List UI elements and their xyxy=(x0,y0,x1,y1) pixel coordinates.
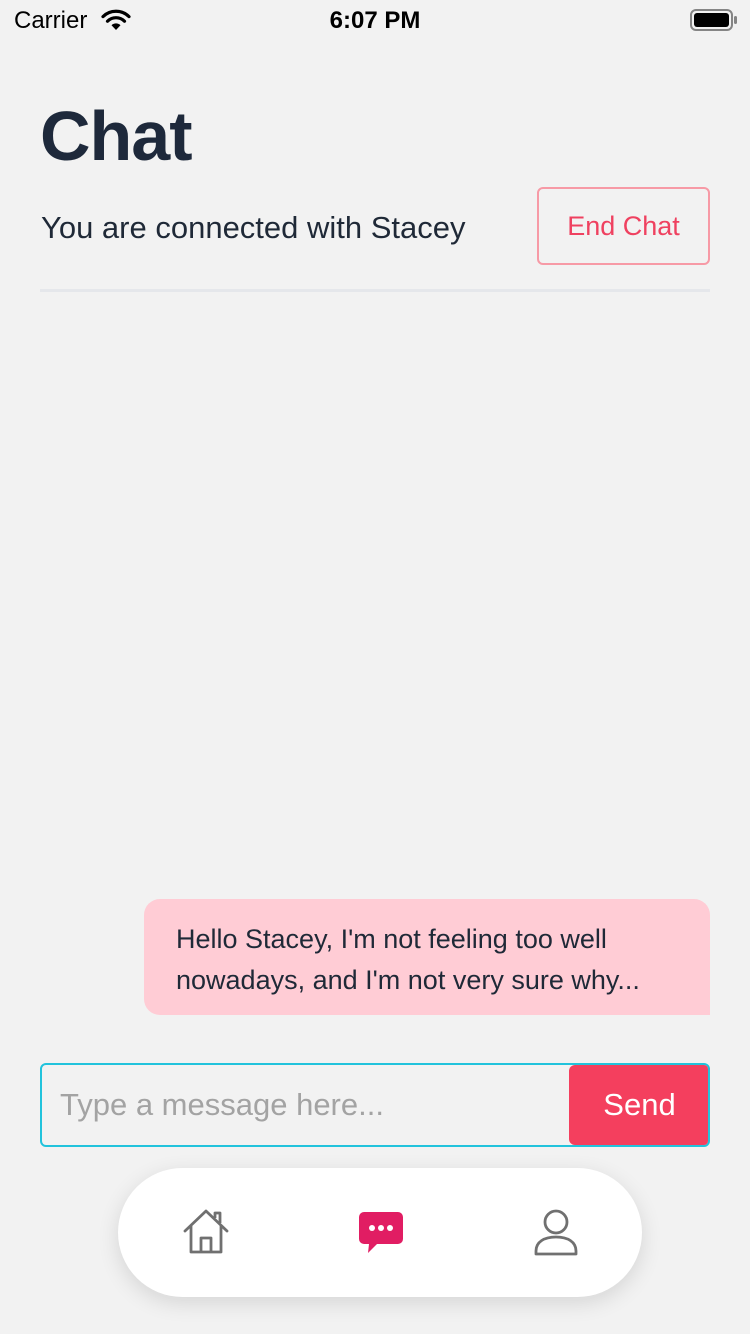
message-input[interactable] xyxy=(42,1065,568,1145)
battery-icon xyxy=(690,9,737,31)
nav-item-chat[interactable] xyxy=(355,1206,407,1258)
nav-item-profile[interactable] xyxy=(530,1206,582,1258)
message-composer: Send xyxy=(40,1063,710,1147)
bottom-nav-bar xyxy=(118,1168,642,1297)
connection-status-text: You are connected with Stacey xyxy=(41,210,466,245)
home-icon xyxy=(183,1209,229,1254)
end-chat-button[interactable]: End Chat xyxy=(537,187,710,265)
chat-icon xyxy=(359,1212,403,1253)
profile-icon xyxy=(534,1209,578,1256)
chat-screen: Carrier 6:07 PM Chat You are connected w… xyxy=(0,0,750,1334)
outgoing-message-bubble: Hello Stacey, I'm not feeling too well n… xyxy=(144,899,710,1015)
status-time: 6:07 PM xyxy=(329,7,421,34)
nav-item-home[interactable] xyxy=(180,1206,232,1258)
page-title: Chat xyxy=(40,97,193,175)
send-button[interactable]: Send xyxy=(569,1065,708,1145)
status-bar: Carrier 6:07 PM xyxy=(0,0,750,40)
header-divider xyxy=(40,289,710,292)
